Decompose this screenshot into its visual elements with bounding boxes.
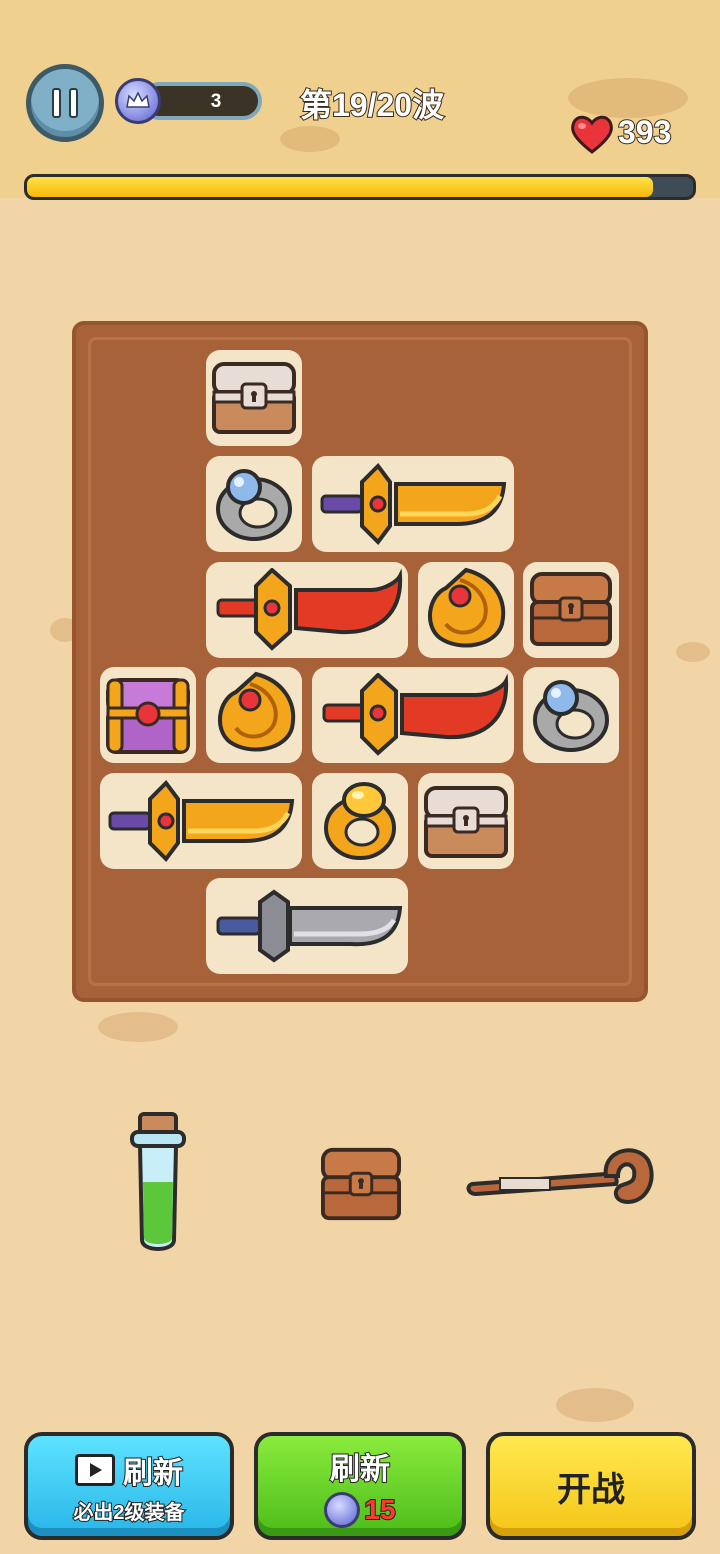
silver-ring-icon[interactable] <box>212 463 296 545</box>
ad-refresh-label: 刷新 <box>122 1456 184 1491</box>
sand-spot <box>98 1012 178 1042</box>
crown-icon <box>324 1492 361 1528</box>
start-battle-button[interactable]: 开战 <box>486 1432 696 1540</box>
golden-amulet-icon[interactable] <box>420 566 512 654</box>
refresh-button[interactable]: 刷新 15 <box>254 1432 466 1540</box>
heart-icon <box>571 115 613 154</box>
refresh-label: 刷新 <box>329 1452 391 1487</box>
sand-spot <box>280 126 340 152</box>
wave-progress-fill <box>27 177 654 197</box>
ad-refresh-subtitle: 必出2级装备 <box>72 1501 185 1525</box>
start-battle-label: 开战 <box>557 1470 625 1509</box>
pause-icon <box>52 88 61 118</box>
silver-ring-icon[interactable] <box>529 674 613 756</box>
sand-spot <box>568 78 688 118</box>
video-play-icon <box>75 1453 115 1486</box>
chest-brown-icon[interactable] <box>528 568 614 650</box>
hp-value: 393 <box>617 113 672 151</box>
iron-sword-icon[interactable] <box>210 886 404 966</box>
golden-sword-icon[interactable] <box>316 462 510 546</box>
sand-spot <box>556 1388 634 1422</box>
ad-refresh-button[interactable]: 刷新 必出2级装备 <box>24 1432 234 1540</box>
crimson-sword-icon[interactable] <box>316 673 510 757</box>
golden-amulet-icon[interactable] <box>210 670 302 758</box>
pause-button[interactable] <box>26 64 104 142</box>
sand-spot <box>676 642 710 662</box>
crown-count: 3 <box>210 91 222 112</box>
chest-purple-icon[interactable] <box>104 672 192 758</box>
gold-ring-icon[interactable] <box>318 778 402 864</box>
wave-progress-bar <box>24 174 696 200</box>
wave-label: 第19/20波 <box>299 86 445 124</box>
refresh-cost: 15 <box>363 1493 396 1526</box>
chest-white-icon[interactable] <box>210 356 298 440</box>
golden-sword-icon[interactable] <box>104 779 298 863</box>
wooden-staff-icon[interactable] <box>466 1140 656 1228</box>
crimson-sword-icon[interactable] <box>210 568 404 652</box>
crown-icon <box>115 78 161 124</box>
green-potion-icon[interactable] <box>128 1112 188 1258</box>
chest-brown-icon[interactable] <box>318 1144 404 1224</box>
chest-white-icon[interactable] <box>422 780 510 864</box>
